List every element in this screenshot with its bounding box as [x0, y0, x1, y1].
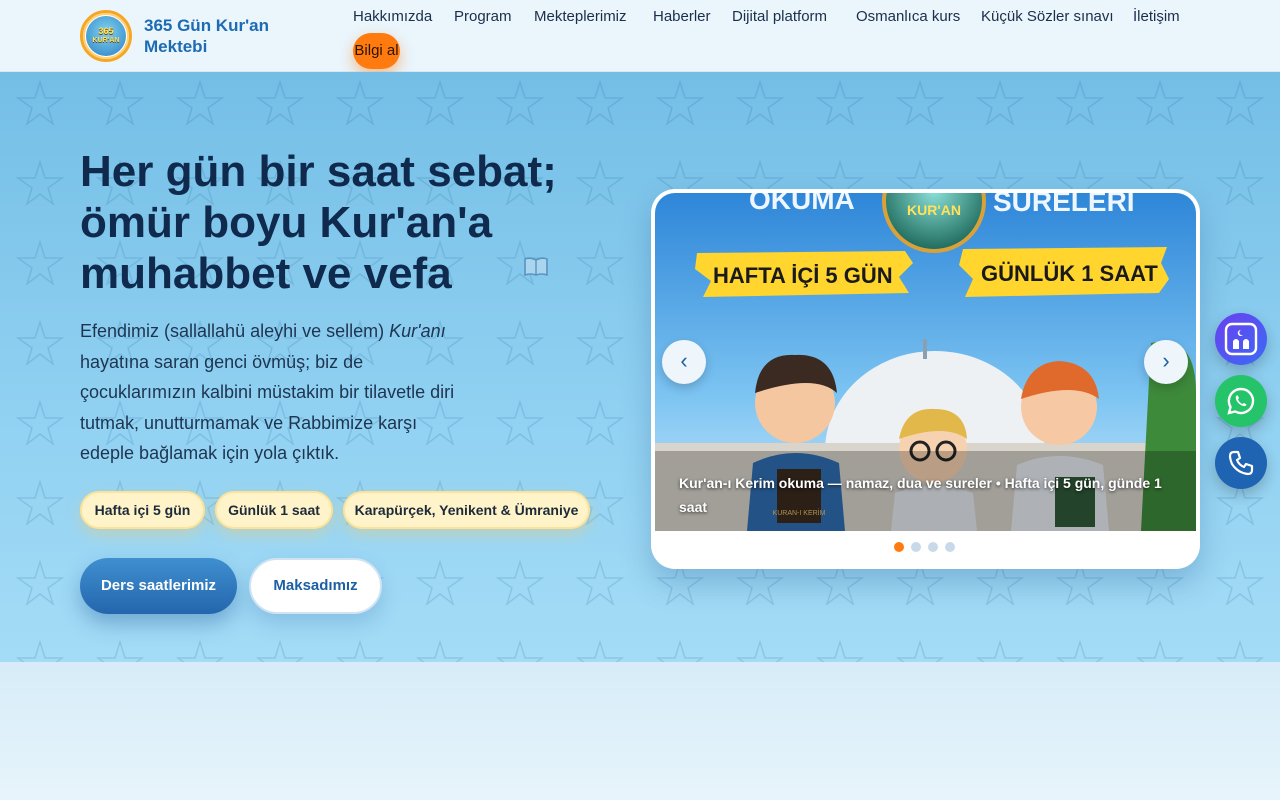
class-hours-button[interactable]: Ders saatlerimiz: [80, 558, 237, 614]
chip-daily-hour: Günlük 1 saat: [215, 491, 333, 529]
phone-button[interactable]: [1215, 437, 1267, 489]
hero-headline: Her gün bir saat sebat; ömür boyu Kur'an…: [80, 147, 557, 298]
next-section-background: [0, 662, 1280, 800]
whatsapp-button[interactable]: [1215, 375, 1267, 427]
brand-name[interactable]: 365 Gün Kur'an Mektebi: [144, 15, 314, 57]
hero-lead-text: Efendimiz (sallallahü aleyhi ve sellem) …: [80, 316, 470, 469]
our-purpose-button[interactable]: Maksadımız: [249, 558, 382, 614]
site-header: 365 KUR'AN 365 Gün Kur'an Mektebi Hakkım…: [0, 0, 1280, 72]
logo-emblem: 365 KUR'AN: [86, 16, 126, 56]
nav-item-ottoman-course[interactable]: Osmanlıca kurs: [856, 6, 960, 28]
slide-title-left: OKUMA: [749, 193, 855, 215]
slide-title-right: SURELERI: [993, 193, 1135, 217]
logo-text-mid: KUR'AN: [92, 37, 120, 44]
carousel-dot-4[interactable]: [945, 542, 955, 552]
nav-item-contact[interactable]: İletişim: [1133, 6, 1180, 28]
carousel-dot-2[interactable]: [911, 542, 921, 552]
carousel-dot-1[interactable]: [894, 542, 904, 552]
nav-item-program[interactable]: Program: [454, 6, 512, 28]
hero-section: Her gün bir saat sebat; ömür boyu Kur'an…: [0, 72, 1280, 662]
nav-item-digital-platform[interactable]: Dijital platform: [732, 6, 827, 28]
image-carousel: OKUMA SURELERI KUR'AN HAFTA İÇİ 5 GÜN GÜ…: [651, 189, 1200, 569]
carousel-next-button[interactable]: ›: [1144, 340, 1188, 384]
carousel-slide[interactable]: OKUMA SURELERI KUR'AN HAFTA İÇİ 5 GÜN GÜ…: [655, 193, 1196, 531]
nav-item-news[interactable]: Haberler: [653, 6, 711, 28]
nav-item-kucuk-sozler-exam[interactable]: Küçük Sözler sınavı: [981, 6, 1114, 28]
lead-emphasis: Kur'anı: [389, 321, 446, 341]
carousel-prev-button[interactable]: ‹: [662, 340, 706, 384]
prayer-times-button[interactable]: [1215, 313, 1267, 365]
lead-suffix: hayatına saran genci övmüş; biz de çocuk…: [80, 351, 455, 464]
chip-weekdays: Hafta içi 5 gün: [80, 491, 205, 529]
logo-text-top: 365: [98, 26, 114, 36]
slide-caption: Kur'an-ı Kerim okuma — namaz, dua ve sur…: [679, 475, 1162, 515]
slide-banner-right: GÜNLÜK 1 SAAT: [981, 261, 1158, 286]
get-info-button[interactable]: Bilgi al: [353, 33, 400, 69]
chip-locations: Karapürçek, Yenikent & Ümraniye: [343, 491, 590, 529]
phone-icon: [1228, 450, 1254, 476]
slide-banner-left: HAFTA İÇİ 5 GÜN: [713, 263, 893, 288]
nav-item-about[interactable]: Hakkımızda: [353, 6, 432, 28]
prayer-times-icon: [1224, 322, 1258, 356]
site-logo[interactable]: 365 KUR'AN: [80, 10, 132, 62]
carousel-dot-3[interactable]: [928, 542, 938, 552]
whatsapp-icon: [1227, 387, 1255, 415]
nav-item-schools[interactable]: Mekteplerimiz: [534, 6, 627, 28]
slide-badge-text: KUR'AN: [907, 202, 961, 218]
lead-prefix: Efendimiz (sallallahü aleyhi ve sellem): [80, 321, 390, 341]
